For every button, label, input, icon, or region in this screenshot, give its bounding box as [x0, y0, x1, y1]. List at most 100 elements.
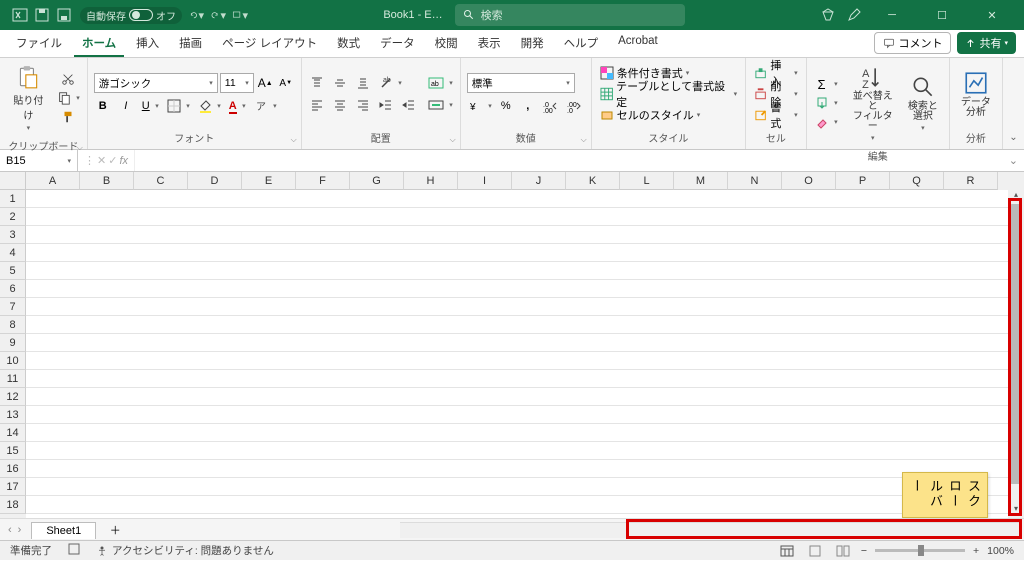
zoom-out-button[interactable]: −: [861, 545, 867, 557]
number-format-select[interactable]: 標準▾: [467, 73, 575, 93]
format-as-table-button[interactable]: テーブルとして書式設定 ▾: [598, 84, 739, 104]
col-header[interactable]: O: [782, 172, 836, 190]
sheet-next-button[interactable]: ›: [18, 524, 22, 536]
fx-button[interactable]: fx: [119, 155, 128, 167]
enter-formula-button[interactable]: ✓: [108, 154, 117, 167]
find-select-button[interactable]: 検索と 選択▾: [903, 70, 943, 136]
pen-icon[interactable]: [846, 7, 862, 23]
scroll-up-button[interactable]: ▴: [1008, 190, 1024, 204]
font-color-button[interactable]: A: [227, 97, 247, 115]
col-header[interactable]: A: [26, 172, 80, 190]
align-middle-button[interactable]: [331, 74, 349, 92]
cell-styles-button[interactable]: セルのスタイル ▾: [598, 105, 739, 125]
search-box[interactable]: 検索: [455, 4, 685, 26]
tab-review[interactable]: 校閲: [427, 31, 466, 57]
font-name-select[interactable]: 游ゴシック▾: [94, 73, 218, 93]
maximize-button[interactable]: ☐: [922, 0, 962, 30]
quick-save2-icon[interactable]: [56, 7, 72, 23]
quick-customize-icon[interactable]: ▾: [232, 7, 248, 23]
horizontal-scrollbar[interactable]: ⋮ ◂ ▸: [400, 522, 1020, 538]
row-header[interactable]: 18: [0, 496, 26, 514]
bold-button[interactable]: B: [94, 97, 112, 115]
orientation-button[interactable]: ab: [377, 74, 403, 92]
tab-page-layout[interactable]: ページ レイアウト: [214, 31, 325, 57]
row-header[interactable]: 14: [0, 424, 26, 442]
percent-button[interactable]: %: [497, 97, 515, 115]
indent-decrease-button[interactable]: [377, 96, 395, 114]
align-bottom-button[interactable]: [354, 74, 372, 92]
normal-view-button[interactable]: [777, 543, 797, 559]
vscroll-track[interactable]: [1008, 204, 1024, 504]
row-header[interactable]: 12: [0, 388, 26, 406]
row-header[interactable]: 8: [0, 316, 26, 334]
phonetic-button[interactable]: ア: [252, 97, 278, 115]
row-header[interactable]: 1: [0, 190, 26, 208]
autosave-toggle[interactable]: 自動保存 オフ: [80, 7, 182, 24]
page-layout-view-button[interactable]: [805, 543, 825, 559]
minimize-button[interactable]: ─: [872, 0, 912, 30]
align-center-button[interactable]: [331, 96, 349, 114]
diamond-icon[interactable]: [820, 7, 836, 23]
cancel-formula-button[interactable]: ✕: [97, 154, 106, 167]
fill-button[interactable]: [813, 94, 839, 112]
row-header[interactable]: 16: [0, 460, 26, 478]
paste-button[interactable]: 貼り付け ▾: [6, 60, 51, 136]
row-header[interactable]: 9: [0, 334, 26, 352]
col-header[interactable]: K: [566, 172, 620, 190]
comments-button[interactable]: コメント: [874, 32, 951, 54]
col-header[interactable]: C: [134, 172, 188, 190]
autosum-button[interactable]: Σ: [813, 75, 839, 93]
sheet-tab-active[interactable]: Sheet1: [31, 522, 96, 539]
decrease-decimal-button[interactable]: .00.0: [565, 97, 585, 115]
add-sheet-button[interactable]: ＋: [106, 521, 124, 539]
clear-button[interactable]: [813, 113, 839, 131]
scroll-down-button[interactable]: ▾: [1008, 504, 1024, 518]
increase-font-button[interactable]: A▲: [256, 74, 275, 92]
undo-icon[interactable]: ▾: [188, 7, 204, 23]
ribbon-collapse-button[interactable]: ⌄: [1003, 58, 1024, 149]
sort-filter-button[interactable]: AZ 並べ替えと フィルター▾: [847, 60, 899, 146]
font-size-select[interactable]: 11▾: [220, 73, 254, 93]
tab-help[interactable]: ヘルプ: [556, 31, 607, 57]
row-header[interactable]: 2: [0, 208, 26, 226]
tab-data[interactable]: データ: [372, 31, 423, 57]
row-header[interactable]: 3: [0, 226, 26, 244]
currency-button[interactable]: ¥: [467, 97, 493, 115]
col-header[interactable]: J: [512, 172, 566, 190]
col-header[interactable]: Q: [890, 172, 944, 190]
cells-grid[interactable]: [26, 190, 1024, 518]
row-header[interactable]: 6: [0, 280, 26, 298]
col-header[interactable]: D: [188, 172, 242, 190]
row-header[interactable]: 5: [0, 262, 26, 280]
tab-formulas[interactable]: 数式: [329, 31, 368, 57]
tab-developer[interactable]: 開発: [513, 31, 552, 57]
row-header[interactable]: 7: [0, 298, 26, 316]
border-button[interactable]: [165, 97, 191, 115]
col-header[interactable]: F: [296, 172, 350, 190]
wrap-text-button[interactable]: ab: [426, 74, 454, 92]
tab-acrobat[interactable]: Acrobat: [610, 31, 666, 57]
col-header[interactable]: N: [728, 172, 782, 190]
row-header[interactable]: 13: [0, 406, 26, 424]
copy-button[interactable]: [55, 89, 81, 107]
col-header[interactable]: I: [458, 172, 512, 190]
align-left-button[interactable]: [308, 96, 326, 114]
col-header[interactable]: M: [674, 172, 728, 190]
zoom-slider[interactable]: [875, 549, 965, 552]
indent-increase-button[interactable]: [400, 96, 418, 114]
select-all-corner[interactable]: [0, 172, 26, 190]
col-header[interactable]: E: [242, 172, 296, 190]
redo-icon[interactable]: ▾: [210, 7, 226, 23]
align-top-button[interactable]: [308, 74, 326, 92]
merge-button[interactable]: [426, 96, 454, 114]
fill-color-button[interactable]: [196, 97, 222, 115]
accessibility-status[interactable]: アクセシビリティ: 問題ありません: [96, 543, 274, 558]
row-header[interactable]: 15: [0, 442, 26, 460]
row-header[interactable]: 11: [0, 370, 26, 388]
align-right-button[interactable]: [354, 96, 372, 114]
decrease-font-button[interactable]: A▼: [277, 74, 295, 92]
tab-file[interactable]: ファイル: [8, 31, 70, 57]
tab-home[interactable]: ホーム: [74, 31, 124, 57]
zoom-in-button[interactable]: +: [973, 545, 979, 557]
col-header[interactable]: L: [620, 172, 674, 190]
